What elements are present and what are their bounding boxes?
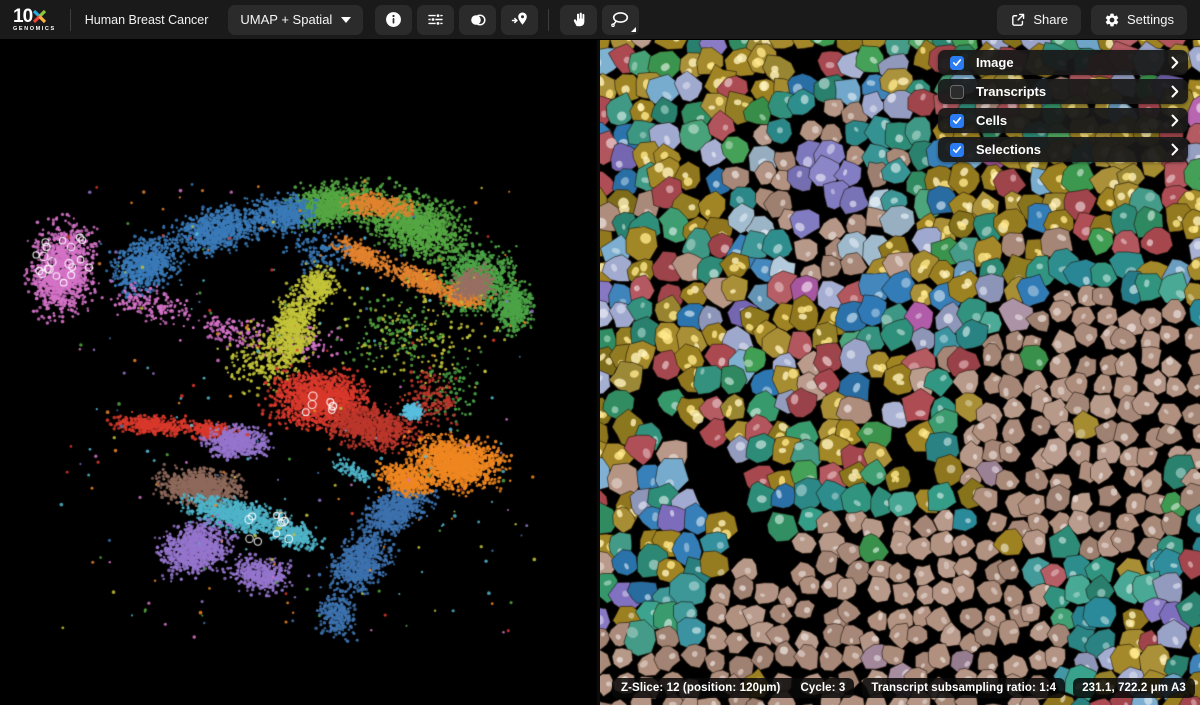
coordinates-text: 231.1, 722.2 μm A3 <box>1082 682 1186 694</box>
chevron-right-icon[interactable] <box>1171 114 1179 127</box>
layer-row-image[interactable]: Image <box>938 50 1188 75</box>
sliders-icon <box>427 11 444 28</box>
pan-tool-button[interactable] <box>560 5 597 35</box>
lasso-tool-button[interactable] <box>602 5 639 35</box>
subsampling-badge: Transcript subsampling ratio: 1:4 <box>862 678 1065 698</box>
cycle-text: Cycle: 3 <box>800 682 845 694</box>
tenx-genomics-logo: 10 GENOMICS <box>13 7 56 33</box>
layer-checkbox-transcripts[interactable] <box>950 85 964 99</box>
info-button[interactable] <box>375 5 412 35</box>
toolbar-divider <box>548 9 549 31</box>
check-icon <box>952 58 962 67</box>
share-label: Share <box>1033 12 1068 27</box>
logo-subtext: GENOMICS <box>13 27 56 33</box>
layer-checkbox-selections[interactable] <box>950 143 964 157</box>
umap-scatter-canvas[interactable] <box>0 40 597 705</box>
goto-location-pin-icon <box>511 11 529 28</box>
view-mode-dropdown[interactable]: UMAP + Spatial <box>228 5 363 35</box>
layer-row-selections[interactable]: Selections <box>938 137 1188 162</box>
top-toolbar: 10 GENOMICS Human Breast Cancer UMAP + S… <box>0 0 1200 40</box>
settings-button[interactable]: Settings <box>1091 5 1187 35</box>
layer-checkbox-image[interactable] <box>950 56 964 70</box>
coordinates-badge: 231.1, 722.2 μm A3 <box>1073 678 1195 698</box>
z-slice-text: Z-Slice: 12 (position: 120μm) <box>621 682 780 694</box>
layer-label: Cells <box>976 113 1171 128</box>
layer-label: Image <box>976 55 1171 70</box>
dataset-title: Human Breast Cancer <box>85 13 209 27</box>
chevron-right-icon[interactable] <box>1171 85 1179 98</box>
info-icon <box>385 11 402 28</box>
pan-hand-icon <box>570 11 587 28</box>
logo-x-icon <box>32 9 47 24</box>
chevron-right-icon[interactable] <box>1171 56 1179 69</box>
layer-row-cells[interactable]: Cells <box>938 108 1188 133</box>
selection-tools-group <box>560 5 644 35</box>
chevron-right-icon[interactable] <box>1171 143 1179 156</box>
spatial-view-panel: Image Transcripts Cells Selections Z-Slice:… <box>600 40 1200 705</box>
more-options-indicator <box>631 27 636 32</box>
view-mode-label: UMAP + Spatial <box>240 12 332 27</box>
gear-icon <box>1104 12 1120 28</box>
opacity-icon <box>469 12 487 28</box>
opacity-button[interactable] <box>459 5 496 35</box>
settings-label: Settings <box>1127 12 1174 27</box>
share-icon <box>1010 12 1026 28</box>
layer-label: Selections <box>976 142 1171 157</box>
check-icon <box>952 145 962 154</box>
share-button[interactable]: Share <box>997 5 1081 35</box>
umap-view-panel <box>0 40 597 705</box>
check-icon <box>952 116 962 125</box>
layer-row-transcripts[interactable]: Transcripts <box>938 79 1188 104</box>
goto-location-button[interactable] <box>501 5 538 35</box>
layer-checkbox-cells[interactable] <box>950 114 964 128</box>
logo-text: 10 <box>13 7 32 26</box>
subsampling-text: Transcript subsampling ratio: 1:4 <box>871 682 1056 694</box>
display-adjustments-button[interactable] <box>417 5 454 35</box>
layer-label: Transcripts <box>976 84 1171 99</box>
layers-panel: Image Transcripts Cells Selections <box>938 50 1188 162</box>
caret-down-icon <box>341 17 351 23</box>
toolbar-divider <box>70 9 71 31</box>
status-bar: Z-Slice: 12 (position: 120μm) Cycle: 3 T… <box>612 678 1195 698</box>
z-slice-badge: Z-Slice: 12 (position: 120μm) Cycle: 3 <box>612 678 854 698</box>
view-tools-group <box>375 5 543 35</box>
lasso-icon <box>611 11 630 28</box>
